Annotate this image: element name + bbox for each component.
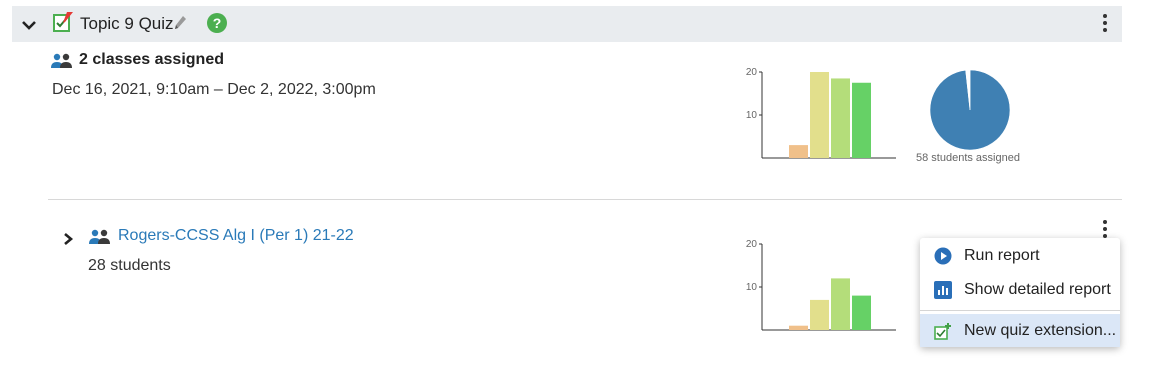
bar [810, 72, 829, 158]
menu-item-run-report[interactable]: Run report [920, 239, 1120, 272]
people-icon [89, 229, 110, 244]
pie-caption: 58 students assigned [916, 152, 1020, 164]
quiz-title[interactable]: Topic 9 Quiz [80, 14, 174, 34]
play-icon [934, 247, 952, 265]
help-icon[interactable]: ? [207, 13, 227, 33]
quiz-icon [53, 12, 73, 32]
people-icon [51, 53, 72, 68]
y-tick-label: 10 [746, 282, 758, 293]
pencil-icon[interactable] [172, 14, 188, 32]
chevron-right-icon[interactable] [62, 231, 74, 247]
menu-item-new-quiz-extension[interactable]: New quiz extension... [920, 314, 1120, 347]
menu-separator [920, 310, 1120, 311]
student-count-label: 28 students [88, 257, 171, 274]
kebab-menu-icon[interactable] [1099, 12, 1111, 36]
y-tick-label: 10 [746, 110, 758, 121]
y-tick-label: 20 [746, 239, 758, 250]
chevron-down-icon[interactable] [18, 14, 40, 36]
bar-chart-icon [934, 281, 952, 299]
bar [810, 299, 829, 330]
bar [831, 78, 850, 158]
menu-item-show-detailed-report[interactable]: Show detailed report [920, 273, 1120, 306]
date-range-label: Dec 16, 2021, 9:10am – Dec 2, 2022, 3:00… [52, 81, 376, 98]
section-divider [48, 199, 1122, 200]
menu-item-label: Run report [964, 247, 1040, 264]
quiz-extension-icon [934, 323, 951, 340]
students-assigned-pie-chart [929, 69, 1011, 151]
bar [831, 278, 850, 330]
bar [852, 295, 871, 330]
bar [789, 325, 808, 330]
bar [852, 82, 871, 158]
menu-item-label: Show detailed report [964, 281, 1111, 298]
class-name-link[interactable]: Rogers-CCSS Alg I (Per 1) 21-22 [118, 227, 354, 245]
class-bar-chart: 10 20 [746, 239, 896, 331]
summary-bar-chart: 10 20 [746, 67, 896, 159]
y-tick-label: 20 [746, 67, 758, 78]
menu-item-label: New quiz extension... [964, 322, 1117, 339]
class-actions-menu: Run report Show detailed report New quiz… [920, 238, 1120, 347]
bar [789, 145, 808, 158]
classes-assigned-label: 2 classes assigned [79, 51, 224, 68]
